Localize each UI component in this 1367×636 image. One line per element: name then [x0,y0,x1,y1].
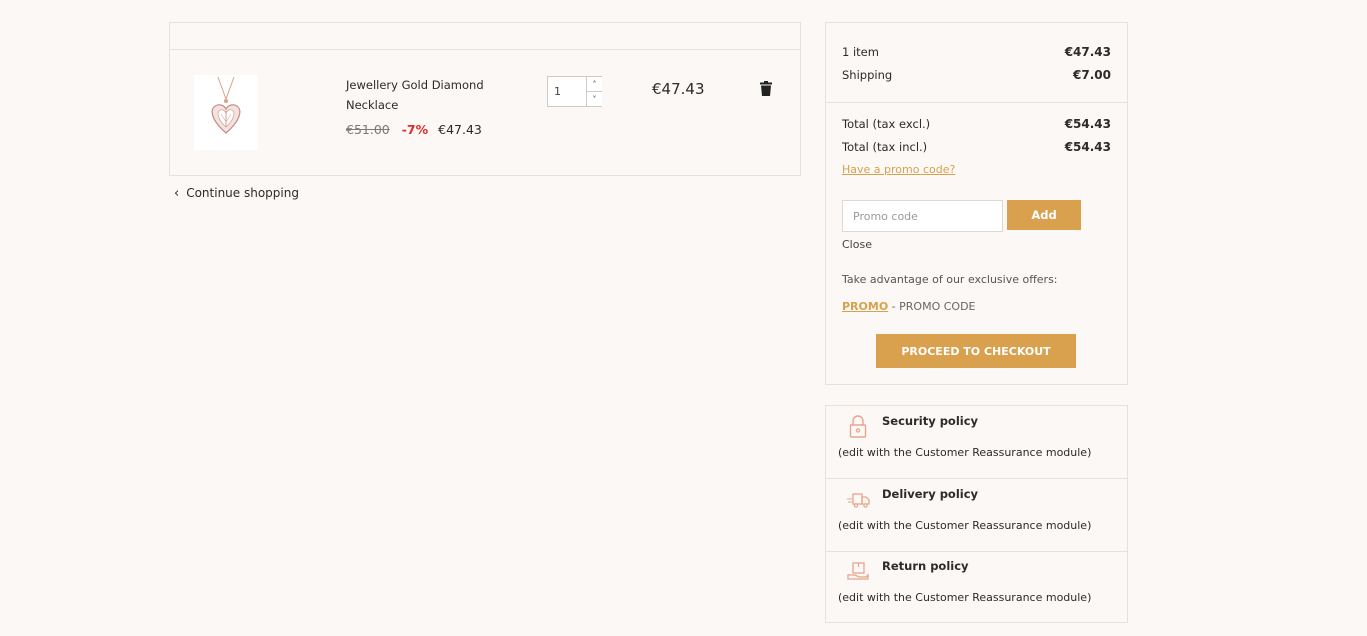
chevron-down-icon: ˅ [592,94,597,104]
quantity-stepper: ˄ ˅ [547,76,602,107]
total-incl-amount: €54.43 [1064,140,1111,154]
product-image[interactable] [194,75,258,150]
promo-code-link[interactable]: PROMO [842,300,888,313]
quantity-increase-button[interactable]: ˄ [586,77,602,92]
summary-divider [826,102,1127,103]
cart-summary: 1 item €47.43 Shipping €7.00 Total (tax … [825,22,1128,385]
unit-price: €47.43 [438,122,482,137]
continue-shopping-label: Continue shopping [186,186,299,200]
have-promo-code-link[interactable]: Have a promo code? [842,163,955,176]
total-incl-row: Total (tax incl.) €54.43 [842,140,1111,154]
line-total-price: €47.43 [652,80,705,98]
reassurance-title: Return policy [882,559,969,573]
total-excl-row: Total (tax excl.) €54.43 [842,117,1111,131]
promo-code-input[interactable] [842,200,1003,232]
exclusive-offers-text: Take advantage of our exclusive offers: [842,273,1058,286]
regular-price: €51.00 [346,122,390,137]
reassurance-description: (edit with the Customer Reassurance modu… [838,519,1092,532]
cart-items-panel: Jewellery Gold Diamond Necklace €51.00 -… [169,22,801,176]
reassurance-item-return: Return policy (edit with the Customer Re… [826,551,1127,623]
remove-item-button[interactable] [760,81,772,96]
items-count-row: 1 item €47.43 [842,45,1111,59]
promo-code-description: - PROMO CODE [888,300,976,313]
shipping-amount: €7.00 [1073,68,1111,82]
close-promo-link[interactable]: Close [842,238,872,251]
reassurance-item-security: Security policy (edit with the Customer … [826,406,1127,478]
total-incl-label: Total (tax incl.) [842,140,928,154]
shipping-label: Shipping [842,68,893,82]
discount-badge: -7% [401,122,429,137]
quantity-input[interactable] [548,77,586,106]
cart-panel-header [170,23,800,50]
reassurance-title: Security policy [882,414,979,428]
lock-icon [849,415,867,438]
continue-shopping-link[interactable]: ‹ Continue shopping [174,186,299,200]
quantity-decrease-button[interactable]: ˅ [586,92,602,106]
total-excl-label: Total (tax excl.) [842,117,931,131]
add-promo-button[interactable]: Add [1007,200,1081,230]
proceed-to-checkout-button[interactable]: PROCEED TO CHECKOUT [876,334,1076,368]
necklace-image-icon [194,75,258,150]
customer-reassurance: Security policy (edit with the Customer … [825,405,1128,623]
return-box-icon [847,562,869,580]
items-subtotal: €47.43 [1064,45,1111,59]
total-excl-amount: €54.43 [1064,117,1111,131]
product-price-line: €51.00 -7% €47.43 [346,122,482,137]
reassurance-title: Delivery policy [882,487,979,501]
reassurance-description: (edit with the Customer Reassurance modu… [838,446,1092,459]
reassurance-description: (edit with the Customer Reassurance modu… [838,591,1092,604]
product-name-link[interactable]: Jewellery Gold Diamond Necklace [346,75,506,115]
reassurance-item-delivery: Delivery policy (edit with the Customer … [826,479,1127,551]
promo-offer-line: PROMO - PROMO CODE [842,300,976,313]
chevron-up-icon: ˄ [592,79,597,89]
items-count-label: 1 item [842,45,879,59]
truck-icon [847,493,870,508]
chevron-left-icon: ‹ [174,185,180,201]
shipping-row: Shipping €7.00 [842,68,1111,82]
trash-icon [760,81,772,96]
